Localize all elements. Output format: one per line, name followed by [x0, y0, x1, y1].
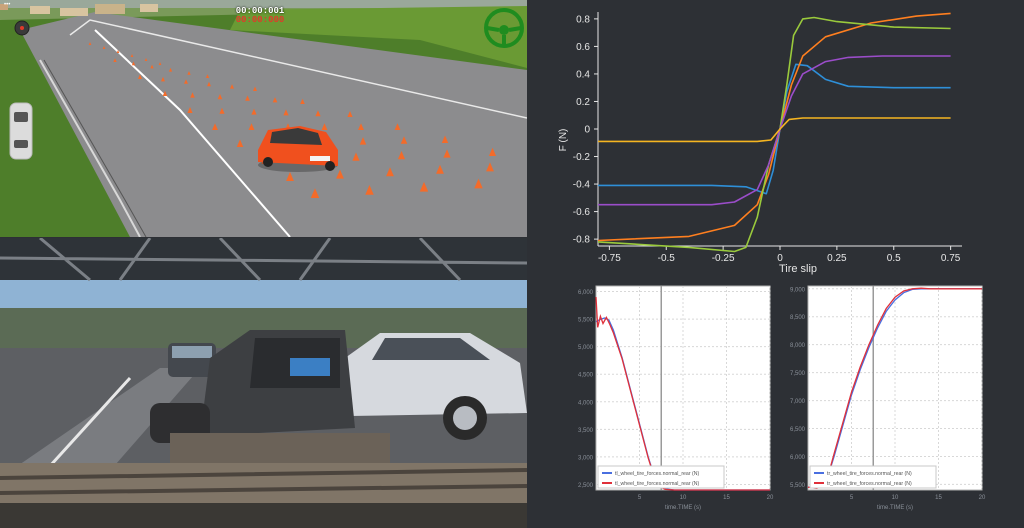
- y-tick-label: -0.2: [573, 152, 591, 163]
- y-tick-label: 0.4: [576, 69, 590, 80]
- x-tick-label: 0.75: [941, 253, 961, 264]
- hud-indicator: •••: [4, 2, 11, 8]
- x-tick-label: 5: [638, 495, 642, 501]
- x-tick-label: 0.25: [827, 253, 847, 264]
- y-tick-label: 3,000: [578, 455, 594, 461]
- game-scene: [0, 0, 527, 237]
- series-line-2: [597, 12, 951, 242]
- steering-wheel-icon: [484, 8, 524, 48]
- x-tick-label: 20: [979, 495, 986, 501]
- x-tick-label: -0.75: [598, 253, 621, 264]
- simulator-scene: [0, 238, 527, 528]
- x-axis-label: time.TIME (s): [665, 505, 701, 511]
- y-tick-label: 9,000: [790, 287, 806, 293]
- y-tick-label: 6,000: [578, 290, 594, 296]
- y-tick-label: 8,000: [790, 343, 806, 349]
- y-axis-label: F (N): [558, 129, 569, 152]
- legend: tr_wheel_tire_forces.normal_rear (N) tr_w…: [809, 465, 937, 489]
- x-tick-label: 15: [723, 495, 730, 501]
- x-axis-label: Tire slip: [779, 263, 817, 275]
- y-tick-label: 0: [584, 125, 590, 136]
- simulator-photo: [0, 238, 527, 528]
- legend-label: tr_wheel_tire_forces.normal_rear (N): [827, 481, 912, 487]
- y-tick-label: 3,500: [578, 428, 594, 434]
- y-tick-label: 7,500: [790, 371, 806, 377]
- legend-label: tl_wheel_tire_forces.normal_rear (N): [615, 471, 699, 477]
- y-tick-label: 7,000: [790, 399, 806, 405]
- x-tick-label: 0.5: [887, 253, 901, 264]
- legend-label: tr_wheel_tire_forces.normal_rear (N): [827, 471, 912, 477]
- driving-game-view: ••• 00:00:001 00:00:000: [0, 0, 527, 237]
- y-tick-label: 0.8: [576, 14, 590, 25]
- y-tick-label: 2,500: [578, 483, 594, 489]
- x-tick-label: -0.25: [712, 253, 735, 264]
- y-tick-label: 0.2: [576, 97, 590, 108]
- lap-time-readout: 00:00:000: [235, 15, 285, 25]
- y-tick-label: -0.8: [573, 235, 591, 246]
- y-tick-label: 5,500: [578, 318, 594, 324]
- y-tick-label: 5,500: [790, 483, 806, 489]
- minimap-icon: [14, 20, 30, 36]
- normal-force-chart-left: 2,500 3,000 3,500 4,000 4,500 5,000 5,500 6,000…: [578, 285, 774, 511]
- y-tick-label: 4,000: [578, 400, 594, 406]
- x-tick-label: -0.5: [658, 253, 676, 264]
- tire-force-chart: -0.75 -0.5 -0.25 0 0.25 0.5 0.75 -0.8 -0.6 -0.4 -0…: [558, 12, 962, 275]
- x-tick-label: 5: [850, 495, 854, 501]
- series-line-3: [597, 16, 951, 253]
- y-tick-label: 0.6: [576, 42, 590, 53]
- y-tick-label: 6,000: [790, 455, 806, 461]
- y-tick-label: 8,500: [790, 315, 806, 321]
- y-tick-label: 4,500: [578, 373, 594, 379]
- x-axis-label: time.TIME (s): [877, 505, 913, 511]
- y-tick-label: -0.6: [573, 207, 591, 218]
- y-tick-label: -0.4: [573, 180, 591, 191]
- series-line-4: [598, 55, 951, 206]
- series-line-5: [598, 117, 951, 143]
- normal-force-chart-right: 5,500 6,000 6,500 7,000 7,500 8,000 8,500 9,000…: [790, 285, 986, 511]
- car-topview-icon: [9, 102, 33, 160]
- x-tick-label: 10: [892, 495, 899, 501]
- x-tick-label: 15: [935, 495, 942, 501]
- player-car: [258, 126, 338, 172]
- tire-chart-axes: -0.75 -0.5 -0.25 0 0.25 0.5 0.75 -0.8 -0.6 -0.4 -0…: [573, 12, 962, 264]
- y-tick-label: 5,000: [578, 345, 594, 351]
- series-line-1: [598, 63, 951, 195]
- x-tick-label: 10: [680, 495, 687, 501]
- legend-label: tl_wheel_tire_forces.normal_rear (N): [615, 481, 699, 487]
- y-tick-label: 6,500: [790, 427, 806, 433]
- tire-chart-series: [597, 12, 951, 253]
- legend: tl_wheel_tire_forces.normal_rear (N) tl_w…: [597, 465, 725, 489]
